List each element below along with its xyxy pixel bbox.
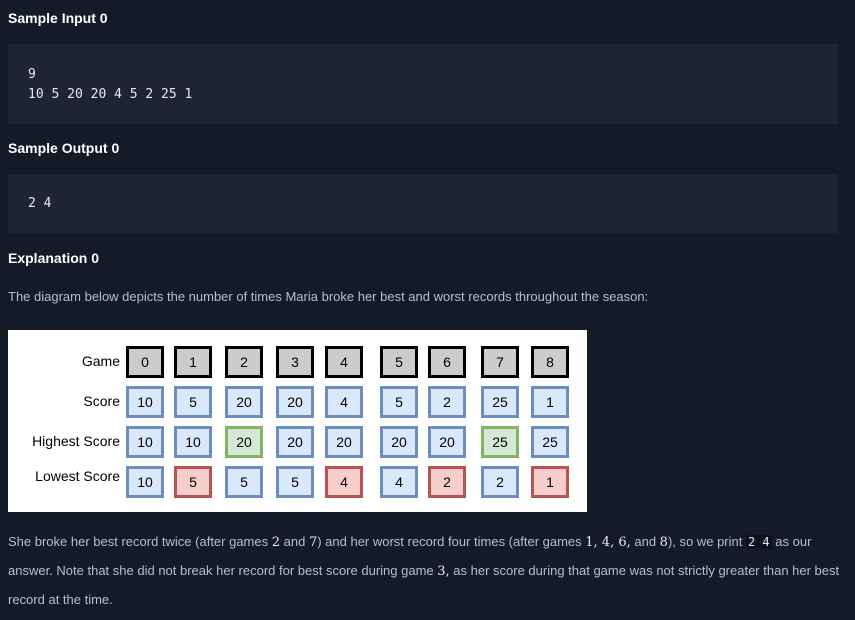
records-diagram: Game 0 1 2 3 4 5 6 7 8 Score 10 5 20 20 4 5 2 25 1 Highest S… bbox=[8, 330, 587, 512]
value-cell: 2 bbox=[481, 466, 519, 498]
value-cell: 10 bbox=[126, 466, 164, 498]
value-cell: 4 bbox=[325, 346, 363, 378]
value-cell: 2 bbox=[225, 346, 263, 378]
value-cell: 20 bbox=[325, 426, 363, 458]
worst-record-cell: 1 bbox=[531, 466, 569, 498]
value-cell: 25 bbox=[531, 426, 569, 458]
worst-record-cell: 4 bbox=[325, 466, 363, 498]
worst-record-cell: 5 bbox=[174, 466, 212, 498]
value-cell: 10 bbox=[174, 426, 212, 458]
value-cell: 7 bbox=[481, 346, 519, 378]
code-line: 2 4 bbox=[28, 196, 52, 211]
value-cell: 8 bbox=[531, 346, 569, 378]
row-label: Game bbox=[81, 353, 120, 369]
value-cell: 4 bbox=[325, 386, 363, 418]
best-record-cell: 25 bbox=[481, 426, 519, 458]
text: and bbox=[280, 534, 309, 549]
value-cell: 4 bbox=[380, 466, 418, 498]
value-cell: 20 bbox=[276, 426, 314, 458]
row-label: Highest Score bbox=[32, 433, 120, 449]
math: 8 bbox=[659, 535, 668, 550]
value-cell: 20 bbox=[380, 426, 418, 458]
value-cell: 5 bbox=[380, 386, 418, 418]
explanation-heading: Explanation 0 bbox=[8, 250, 100, 266]
math: 2 bbox=[271, 535, 281, 550]
math: 3, bbox=[437, 564, 450, 579]
diagram-row: Highest Score 10 10 20 20 20 20 20 25 25 bbox=[8, 426, 587, 458]
diagram-row: Game 0 1 2 3 4 5 6 7 8 bbox=[8, 346, 587, 378]
value-cell: 0 bbox=[126, 346, 164, 378]
sample-input-code: 9 10 5 20 20 4 5 2 25 1 bbox=[8, 44, 838, 124]
math: 7 bbox=[308, 535, 318, 550]
value-cell: 20 bbox=[276, 386, 314, 418]
best-record-cell: 20 bbox=[225, 426, 263, 458]
text: ), so we print bbox=[667, 534, 746, 549]
value-cell: 10 bbox=[126, 386, 164, 418]
inline-code: 2 4 bbox=[745, 535, 772, 549]
value-cell: 20 bbox=[428, 426, 466, 458]
value-cell: 5 bbox=[276, 466, 314, 498]
worst-record-cell: 2 bbox=[428, 466, 466, 498]
text: ) and her worst record four times (after… bbox=[317, 534, 586, 549]
value-cell: 25 bbox=[481, 386, 519, 418]
math: 1, 4, 6, bbox=[585, 535, 631, 550]
text: She broke her best record twice (after g… bbox=[8, 534, 272, 549]
row-label: Lowest Score bbox=[35, 468, 120, 484]
value-cell: 6 bbox=[428, 346, 466, 378]
value-cell: 20 bbox=[225, 386, 263, 418]
code-line: 9 bbox=[28, 67, 36, 82]
sample-output-heading: Sample Output 0 bbox=[8, 140, 120, 156]
conclusion-paragraph: She broke her best record twice (after g… bbox=[8, 528, 848, 614]
value-cell: 5 bbox=[225, 466, 263, 498]
diagram-row: Score 10 5 20 20 4 5 2 25 1 bbox=[8, 386, 587, 418]
value-cell: 1 bbox=[174, 346, 212, 378]
text: and bbox=[630, 534, 660, 549]
value-cell: 3 bbox=[276, 346, 314, 378]
value-cell: 5 bbox=[380, 346, 418, 378]
code-line: 10 5 20 20 4 5 2 25 1 bbox=[28, 87, 193, 102]
sample-output-code: 2 4 bbox=[8, 174, 838, 233]
value-cell: 2 bbox=[428, 386, 466, 418]
row-label: Score bbox=[83, 393, 120, 409]
value-cell: 10 bbox=[126, 426, 164, 458]
explanation-intro: The diagram below depicts the number of … bbox=[8, 289, 649, 304]
diagram-row: Lowest Score 10 5 5 5 4 4 2 2 1 bbox=[8, 466, 587, 498]
value-cell: 5 bbox=[174, 386, 212, 418]
sample-input-heading: Sample Input 0 bbox=[8, 10, 108, 26]
value-cell: 1 bbox=[531, 386, 569, 418]
